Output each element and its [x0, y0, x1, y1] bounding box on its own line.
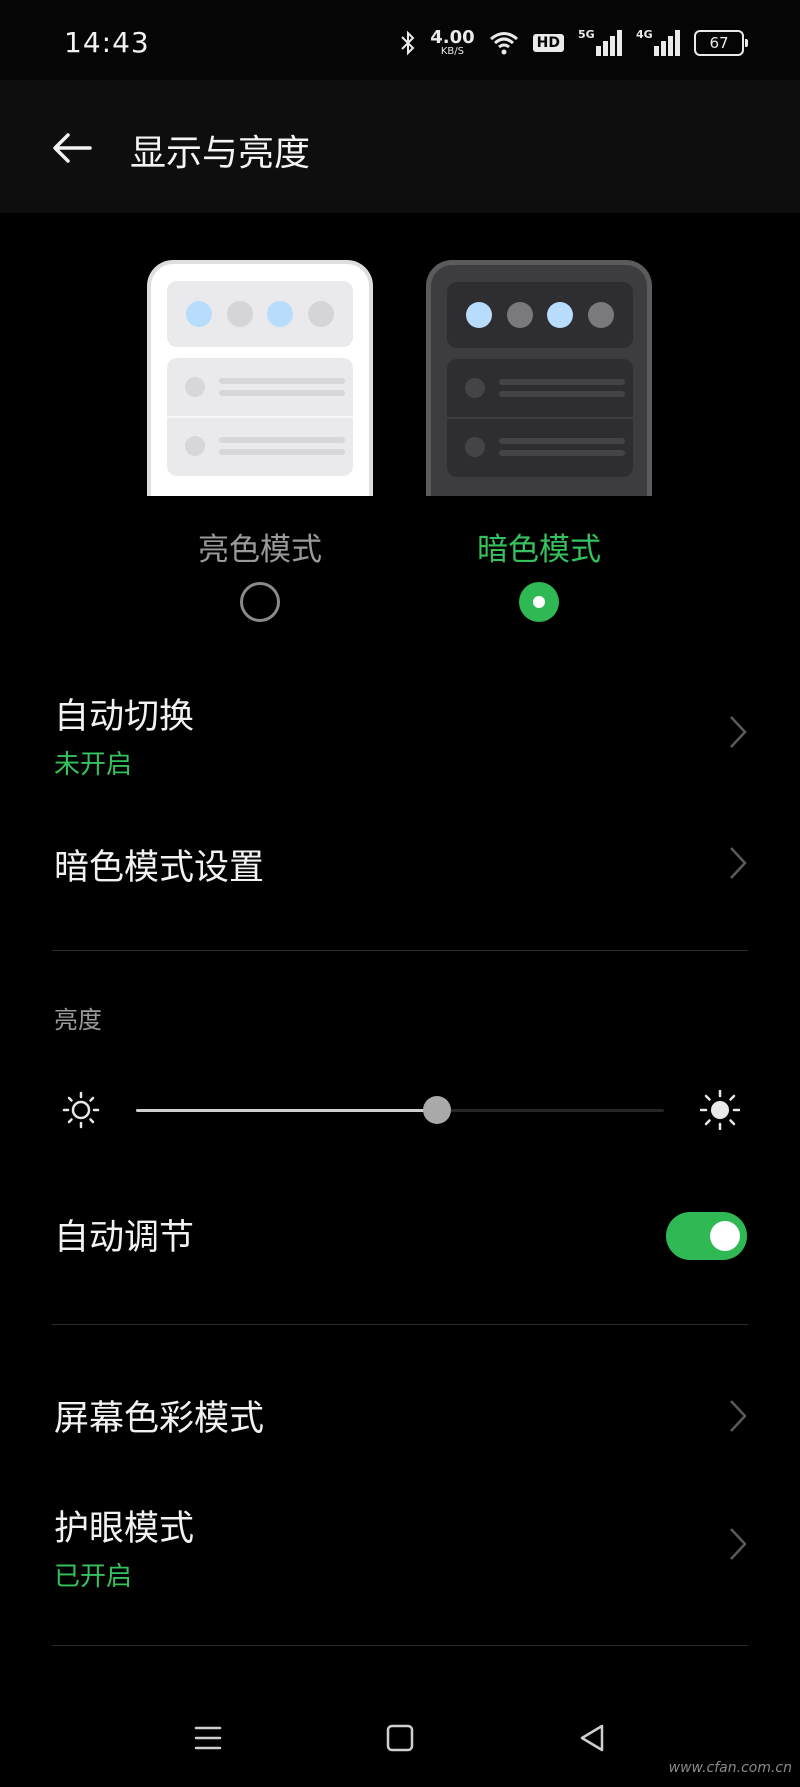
- network-speed-unit: KB/S: [440, 46, 465, 57]
- watermark: www.cfan.com.cn: [668, 1760, 792, 1776]
- divider: [52, 950, 748, 951]
- eye-care-mode-title: 护眼模式: [54, 1509, 195, 1549]
- eye-care-mode-status: 已开启: [54, 1562, 133, 1592]
- auto-switch-row[interactable]: 自动切换 未开启: [0, 672, 800, 790]
- auto-adjust-title: 自动调节: [54, 1218, 195, 1258]
- brightness-high-icon: [700, 1090, 740, 1130]
- brightness-low-icon: [62, 1091, 100, 1129]
- signal-4g-label: 4G: [636, 28, 653, 41]
- home-square-icon[interactable]: [380, 1718, 420, 1758]
- dark-mode-settings-row[interactable]: 暗色模式设置: [0, 815, 800, 915]
- signal-5g-label: 5G: [578, 28, 595, 41]
- light-mode-preview[interactable]: [147, 260, 373, 496]
- arrow-left-icon[interactable]: [48, 124, 96, 172]
- battery-level: 67: [709, 34, 729, 52]
- brightness-slider-thumb[interactable]: [422, 1096, 451, 1124]
- chevron-right-icon: [730, 1400, 747, 1432]
- auto-switch-title: 自动切换: [54, 697, 195, 737]
- chevron-right-icon: [730, 1528, 747, 1560]
- dark-mode-label[interactable]: 暗色模式: [426, 524, 652, 569]
- chevron-right-icon: [730, 716, 747, 748]
- dark-mode-settings-title: 暗色模式设置: [54, 848, 265, 888]
- eye-care-mode-row[interactable]: 护眼模式 已开启: [0, 1484, 800, 1602]
- dark-mode-preview[interactable]: [426, 260, 652, 496]
- page-header: 显示与亮度: [0, 80, 800, 213]
- chevron-right-icon: [730, 847, 747, 879]
- brightness-section-label: 亮度: [54, 1006, 102, 1034]
- signal-4g-icon: 4G: [636, 28, 680, 56]
- divider: [52, 1324, 748, 1325]
- screen-color-mode-row[interactable]: 屏幕色彩模式: [0, 1366, 800, 1466]
- auto-switch-status: 未开启: [54, 750, 133, 780]
- brightness-slider[interactable]: [136, 1096, 664, 1124]
- page-title: 显示与亮度: [130, 133, 311, 174]
- battery-icon: 67: [694, 30, 748, 56]
- light-mode-label[interactable]: 亮色模式: [147, 524, 373, 569]
- status-bar: 14:43 4.00 KB/S HD 5G 4G 67: [0, 0, 800, 80]
- auto-adjust-toggle[interactable]: [666, 1212, 747, 1260]
- bluetooth-icon: [401, 30, 415, 56]
- status-icons: 4.00 KB/S HD 5G 4G 67: [400, 26, 748, 60]
- back-triangle-icon[interactable]: [572, 1718, 612, 1758]
- light-mode-radio[interactable]: [240, 582, 280, 622]
- screen-color-mode-title: 屏幕色彩模式: [54, 1399, 265, 1439]
- signal-5g-icon: 5G: [578, 28, 622, 56]
- network-speed-value: 4.00: [430, 27, 475, 48]
- menu-icon[interactable]: [188, 1718, 228, 1758]
- dark-mode-radio[interactable]: [519, 582, 559, 622]
- network-speed: 4.00 KB/S: [430, 29, 474, 57]
- hd-voice-badge: HD: [532, 34, 564, 52]
- wifi-icon: [489, 32, 518, 55]
- brightness-slider-fill: [136, 1109, 437, 1112]
- divider: [52, 1645, 748, 1646]
- status-time: 14:43: [64, 26, 150, 59]
